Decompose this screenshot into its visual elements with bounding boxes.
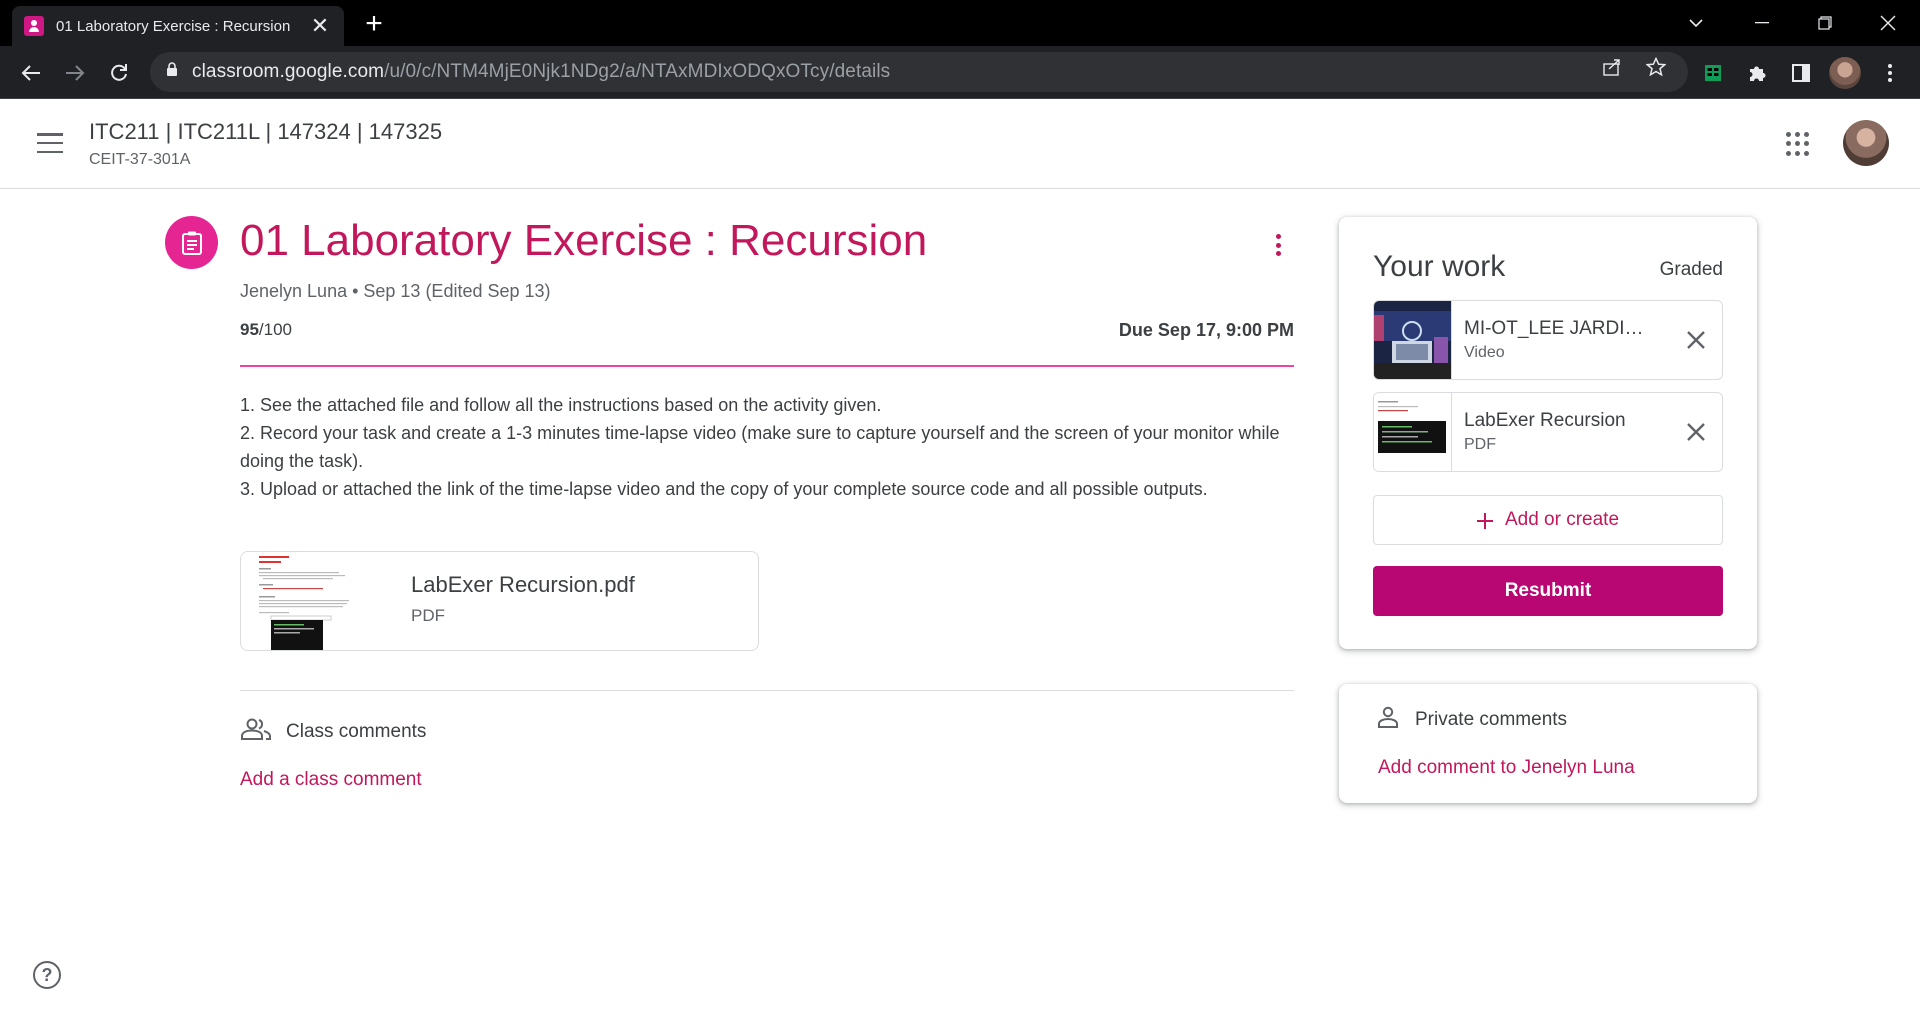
comments-divider (240, 690, 1294, 691)
grade: 95/100 (240, 320, 292, 340)
file-type: Video (1464, 344, 1505, 361)
person-icon (1377, 706, 1399, 733)
lock-icon[interactable] (166, 62, 178, 82)
due-date: Due Sep 17, 9:00 PM (1118, 320, 1294, 340)
minimize-icon[interactable] (1742, 8, 1782, 38)
google-apps-icon[interactable] (1786, 132, 1810, 156)
attachment-card[interactable]: LabExer Recursion.pdf PDF (240, 551, 759, 651)
forward-icon[interactable] (60, 58, 90, 88)
back-icon[interactable] (16, 58, 46, 88)
file-type: PDF (1464, 436, 1496, 453)
header-divider (240, 365, 1294, 367)
address-bar[interactable]: classroom.google.com/u/0/c/NTM4MjE0Njk1N… (150, 52, 1688, 92)
assignment-meta: Jenelyn Luna • Sep 13 (Edited Sep 13) (240, 281, 551, 301)
people-icon (240, 717, 272, 746)
bookmark-star-icon[interactable] (1643, 54, 1669, 80)
assignment-title: 01 Laboratory Exercise : Recursion (240, 216, 928, 265)
remove-file-icon[interactable] (1670, 423, 1722, 441)
reload-icon[interactable] (104, 58, 134, 88)
new-tab-button[interactable]: + (358, 8, 390, 40)
submitted-file-pdf[interactable]: LabExer Recursion PDF (1373, 392, 1723, 472)
private-comments-label: Private comments (1415, 708, 1568, 730)
add-class-comment-link[interactable]: Add a class comment (240, 769, 422, 791)
sheets-extension-icon[interactable] (1698, 58, 1728, 88)
grade-total: /100 (258, 320, 293, 339)
browser-tab[interactable]: 01 Laboratory Exercise : Recursion ✕ (12, 6, 344, 46)
help-icon[interactable]: ? (33, 961, 61, 989)
assignment-icon (165, 216, 218, 269)
tab-close-icon[interactable]: ✕ (308, 14, 332, 38)
instruction-line: 2. Record your task and create a 1-3 min… (240, 423, 1285, 471)
pdf-thumbnail-icon (241, 552, 389, 650)
classroom-favicon-icon (24, 16, 44, 36)
remove-file-icon[interactable] (1670, 331, 1722, 349)
browser-menu-icon[interactable] (1875, 58, 1905, 88)
add-or-create-button[interactable]: Add or create (1373, 495, 1723, 545)
plus-icon (1476, 507, 1493, 533)
browser-toolbar: classroom.google.com/u/0/c/NTM4MjE0Njk1N… (0, 46, 1920, 99)
browser-tab-bar: 01 Laboratory Exercise : Recursion ✕ + (0, 0, 1920, 46)
account-avatar[interactable] (1843, 120, 1889, 166)
add-or-create-label: Add or create (1504, 509, 1620, 530)
your-work-title: Your work (1373, 250, 1506, 283)
url-text: classroom.google.com/u/0/c/NTM4MjE0Njk1N… (192, 61, 890, 83)
pdf-thumbnail-icon (1374, 393, 1452, 471)
class-comments-label: Class comments (286, 720, 427, 742)
file-name: LabExer Recursion (1464, 410, 1626, 431)
class-section: CEIT-37-301A (89, 151, 191, 168)
close-window-icon[interactable] (1868, 8, 1908, 38)
submitted-file-video[interactable]: MI-OT_LEE JARDINEL Video (1373, 300, 1723, 380)
private-comments-card: Private comments Add comment to Jenelyn … (1339, 684, 1757, 803)
instruction-line: 3. Upload or attached the link of the ti… (240, 479, 1208, 499)
grade-value: 95 (240, 320, 259, 339)
video-thumbnail-icon (1374, 301, 1452, 379)
resubmit-button[interactable]: Resubmit (1373, 566, 1723, 616)
class-title[interactable]: ITC211 | ITC211L | 147324 | 147325 (89, 119, 442, 145)
classroom-header: ITC211 | ITC211L | 147324 | 147325 CEIT-… (0, 99, 1920, 189)
side-panel-icon[interactable] (1786, 58, 1816, 88)
attachment-name: LabExer Recursion.pdf (411, 572, 635, 597)
restore-icon[interactable] (1805, 8, 1845, 38)
share-icon[interactable] (1599, 54, 1625, 80)
tab-title: 01 Laboratory Exercise : Recursion (56, 17, 291, 35)
file-name: MI-OT_LEE JARDINEL (1464, 318, 1649, 339)
url-domain: classroom.google.com (192, 61, 385, 82)
attachment-type: PDF (411, 606, 445, 625)
extensions-puzzle-icon[interactable] (1742, 58, 1772, 88)
instructions: 1. See the attached file and follow all … (240, 391, 1294, 503)
url-path: /u/0/c/NTM4MjE0Njk1NDg2/a/NTAxMDIxODQxOT… (384, 61, 891, 82)
your-work-card: Your work Graded MI-OT_LEE JARDINEL Vide… (1339, 217, 1757, 649)
work-status: Graded (1659, 259, 1723, 280)
browser-profile-avatar[interactable] (1829, 57, 1861, 89)
instruction-line: 1. See the attached file and follow all … (240, 395, 882, 415)
main-menu-icon[interactable] (37, 133, 63, 153)
tab-search-icon[interactable] (1676, 8, 1716, 38)
more-options-icon[interactable] (1266, 230, 1290, 260)
add-private-comment-link[interactable]: Add comment to Jenelyn Luna (1378, 757, 1635, 779)
class-comments-header: Class comments (240, 717, 426, 746)
